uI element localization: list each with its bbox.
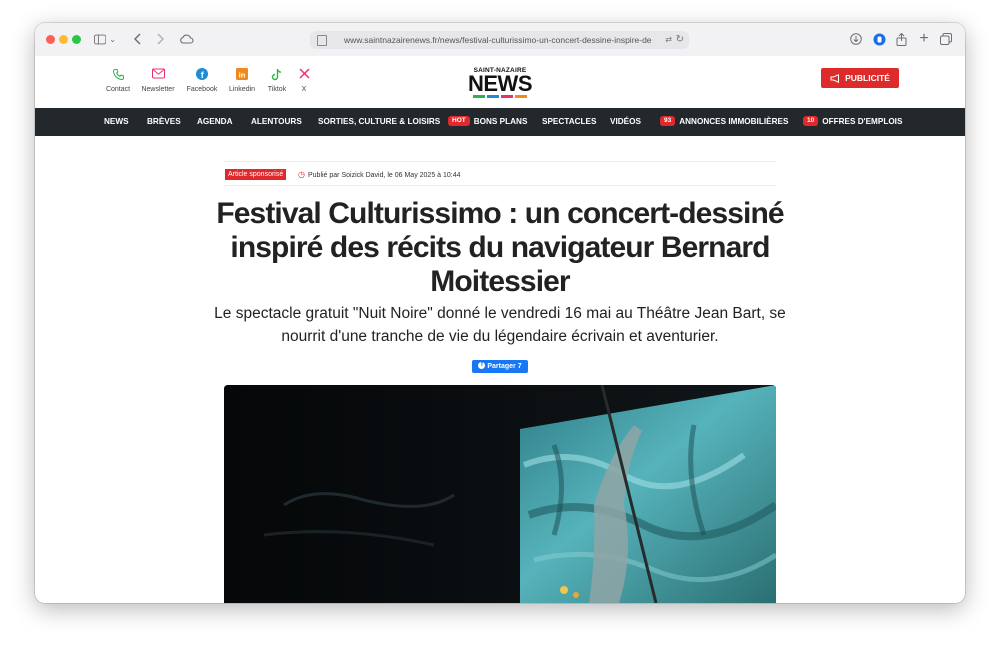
page-icon <box>317 35 327 46</box>
published-text: Publié par Soizick David, le 06 May 2025… <box>307 172 461 179</box>
icloud-tabs-icon[interactable] <box>177 30 195 48</box>
extension-icon[interactable] <box>872 30 886 48</box>
mail-icon <box>136 68 180 83</box>
logo-main-text: NEWS <box>468 71 533 96</box>
share-icon[interactable] <box>894 30 908 48</box>
x-icon <box>282 68 326 83</box>
browser-toolbar: ⌄ www.saintnazairenews.fr/news/festival-… <box>35 23 965 57</box>
hot-badge: HOT <box>448 115 470 126</box>
count-badge: 10 <box>803 115 819 126</box>
nav-item-agenda[interactable]: AGENDA <box>197 108 232 136</box>
social-x[interactable]: X <box>282 68 326 93</box>
tab-overview-icon[interactable] <box>939 30 953 48</box>
nav-item-alentours[interactable]: ALENTOURS <box>251 108 302 136</box>
nav-item-sorties[interactable]: SORTIES, CULTURE & LOISIRS <box>318 108 440 136</box>
minimize-window-button[interactable] <box>59 35 68 44</box>
site-logo[interactable]: SAINT-NAZAIRE NEWS <box>468 67 533 98</box>
nav-item-emplois[interactable]: 10 OFFRES D'EMPLOIS <box>803 108 902 136</box>
site-header: Contact Newsletter f Facebook in Linkedi… <box>35 56 965 108</box>
zoom-window-button[interactable] <box>72 35 81 44</box>
social-label: Contact <box>105 86 131 93</box>
count-badge: 93 <box>660 115 676 126</box>
divider <box>224 161 776 162</box>
nav-item-spectacles[interactable]: SPECTACLES <box>542 108 596 136</box>
nav-item-bons-plans[interactable]: HOT BONS PLANS <box>448 108 527 136</box>
publicite-button[interactable]: PUBLICITÉ <box>821 68 899 88</box>
facebook-share-button[interactable]: f Partager 7 <box>472 360 528 373</box>
published-info: ◷ Publié par Soizick David, le 06 May 202… <box>298 169 461 180</box>
social-facebook[interactable]: f Facebook <box>180 68 224 93</box>
nav-item-videos[interactable]: VIDÉOS <box>610 108 641 136</box>
svg-text:in: in <box>239 71 246 80</box>
social-label: Facebook <box>186 86 218 93</box>
megaphone-icon <box>830 73 840 83</box>
forward-icon[interactable] <box>153 30 167 48</box>
nav-item-news[interactable]: NEWS <box>104 108 129 136</box>
facebook-icon: f <box>478 361 486 369</box>
social-newsletter[interactable]: Newsletter <box>136 68 180 93</box>
social-label: X <box>301 86 307 93</box>
address-bar[interactable]: www.saintnazairenews.fr/news/festival-cu… <box>310 31 689 49</box>
main-nav: NEWS BRÈVES AGENDA ALENTOURS SORTIES, CU… <box>35 108 965 136</box>
publicite-label: PUBLICITÉ <box>845 73 890 83</box>
share-label: Partager 7 <box>487 363 522 370</box>
back-icon[interactable] <box>131 30 145 48</box>
translate-icon[interactable]: ⇄ <box>665 31 672 49</box>
clock-icon: ◷ <box>298 170 305 179</box>
browser-window: ⌄ www.saintnazairenews.fr/news/festival-… <box>35 23 965 603</box>
close-window-button[interactable] <box>46 35 55 44</box>
facebook-icon: f <box>180 68 224 83</box>
divider <box>224 185 776 186</box>
url-text: www.saintnazairenews.fr/news/festival-cu… <box>344 35 652 45</box>
download-icon[interactable] <box>849 30 863 48</box>
article-subtitle: Le spectacle gratuit "Nuit Noire" donné … <box>214 305 786 345</box>
new-tab-icon[interactable]: + <box>917 30 931 48</box>
sidebar-toggle-icon[interactable]: ⌄ <box>94 30 116 48</box>
sponsored-badge: Article sponsorisé <box>225 169 287 180</box>
article-hero-image <box>224 385 776 603</box>
article-title: Festival Culturissimo : un concert-dessi… <box>216 197 784 298</box>
nav-item-breves[interactable]: BRÈVES <box>147 108 181 136</box>
social-label: Newsletter <box>141 86 175 93</box>
hero-image-graphic <box>224 385 776 603</box>
phone-icon <box>96 68 140 83</box>
social-contact[interactable]: Contact <box>96 68 140 93</box>
nav-item-annonces[interactable]: 93 ANNONCES IMMOBILIÈRES <box>660 108 788 136</box>
reload-icon[interactable]: ↻ <box>676 31 684 49</box>
